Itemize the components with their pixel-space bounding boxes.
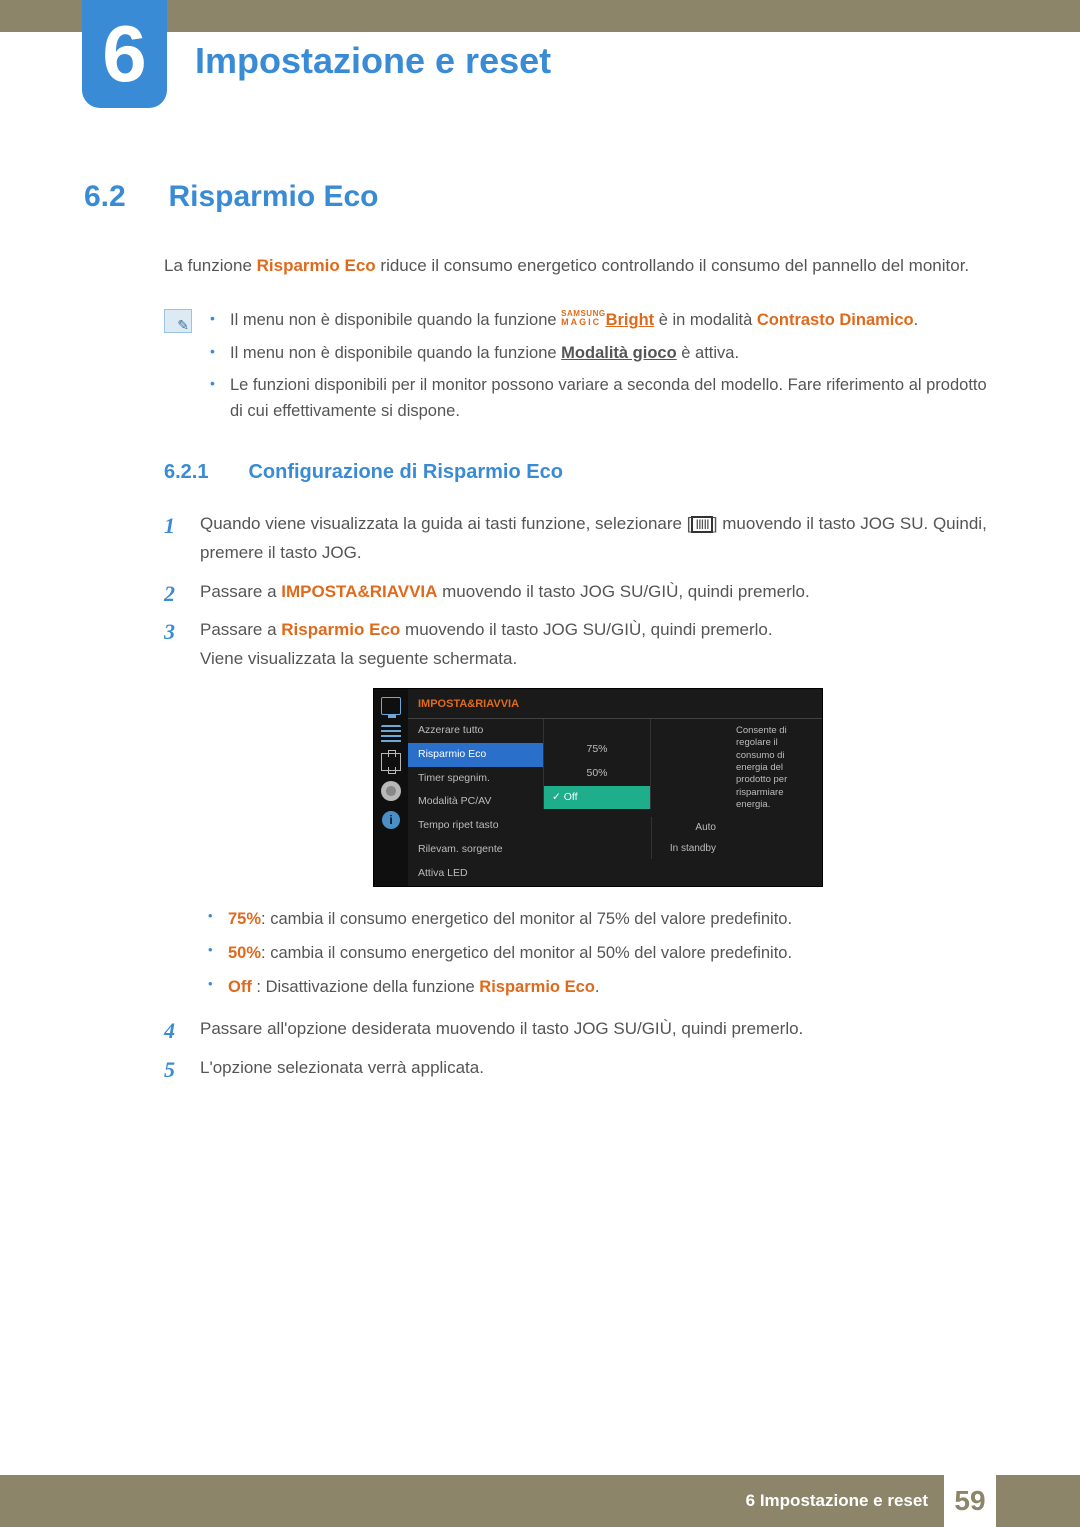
osd-option-selected: Off bbox=[543, 786, 651, 810]
note-icon bbox=[164, 309, 192, 333]
note-item: Il menu non è disponibile quando la funz… bbox=[210, 340, 996, 366]
osd-main: IMPOSTA&RIAVVIA Azzerare tutto Risparmio… bbox=[408, 689, 822, 886]
bullet-item: 75%: cambia il consumo energetico del mo… bbox=[200, 905, 996, 933]
subsection-number: 6.2.1 bbox=[164, 461, 244, 484]
subsection-heading: 6.2.1 Configurazione di Risparmio Eco bbox=[84, 461, 996, 484]
osd-title: IMPOSTA&RIAVVIA bbox=[408, 689, 822, 719]
osd-menu-list: Azzerare tutto Risparmio Eco Timer spegn… bbox=[408, 719, 543, 886]
osd-screenshot: i IMPOSTA&RIAVVIA Azzerare tutto Risparm… bbox=[373, 688, 823, 887]
monitor-icon bbox=[381, 697, 401, 715]
osd-sidebar-icons: i bbox=[374, 689, 408, 886]
info-icon: i bbox=[382, 811, 400, 829]
footer-bar: 6 Impostazione e reset 59 bbox=[0, 1475, 1080, 1527]
osd-option: 75% bbox=[543, 738, 651, 762]
osd-option: 50% bbox=[543, 762, 651, 786]
chapter-title: Impostazione e reset bbox=[195, 40, 551, 82]
chapter-badge: 6 bbox=[82, 0, 167, 108]
note-item: Le funzioni disponibili per il monitor p… bbox=[210, 372, 996, 425]
osd-row-selected: Risparmio Eco bbox=[408, 743, 543, 767]
step-1: 1 Quando viene visualizzata la guida ai … bbox=[164, 510, 996, 568]
osd-row: Modalità PC/AV bbox=[408, 790, 543, 814]
osd-options: 75% 50% Off bbox=[543, 719, 651, 886]
emphasis: Risparmio Eco bbox=[257, 256, 376, 275]
chapter-number: 6 bbox=[102, 14, 147, 94]
osd-values: Auto In standby bbox=[651, 719, 726, 886]
osd-row: Attiva LED bbox=[408, 862, 543, 886]
osd-value: Auto bbox=[651, 817, 726, 838]
footer-chapter-text: 6 Impostazione e reset bbox=[746, 1491, 928, 1511]
step-4: 4 Passare all'opzione desiderata muovend… bbox=[164, 1015, 996, 1044]
bullet-item: 50%: cambia il consumo energetico del mo… bbox=[200, 939, 996, 967]
option-bullets: 75%: cambia il consumo energetico del mo… bbox=[200, 905, 996, 1001]
note-list: Il menu non è disponibile quando la funz… bbox=[210, 307, 996, 431]
steps-list: 1 Quando viene visualizzata la guida ai … bbox=[164, 510, 996, 1083]
step-3: 3 Passare a Risparmio Eco muovendo il ta… bbox=[164, 616, 996, 1001]
bullet-item: Off : Disattivazione della funzione Risp… bbox=[200, 973, 996, 1001]
section-heading: 6.2 Risparmio Eco bbox=[84, 180, 996, 214]
step-2: 2 Passare a IMPOSTA&RIAVVIA muovendo il … bbox=[164, 578, 996, 607]
step-5: 5 L'opzione selezionata verrà applicata. bbox=[164, 1054, 996, 1083]
section-intro: La funzione Risparmio Eco riduce il cons… bbox=[164, 252, 996, 279]
osd-description: Consente di regolare il consumo di energ… bbox=[726, 719, 822, 886]
samsung-magic-logo: SAMSUNGMAGIC bbox=[561, 310, 605, 327]
subsection-title: Configurazione di Risparmio Eco bbox=[248, 461, 562, 483]
osd-value: In standby bbox=[651, 838, 726, 859]
menu-icon: ⅢⅡ bbox=[691, 516, 712, 533]
section-number: 6.2 bbox=[84, 180, 164, 214]
osd-row: Timer spegnim. bbox=[408, 767, 543, 791]
list-icon bbox=[381, 725, 401, 743]
note-item: Il menu non è disponibile quando la funz… bbox=[210, 307, 996, 333]
note-block: Il menu non è disponibile quando la funz… bbox=[164, 307, 996, 431]
resize-icon bbox=[381, 753, 401, 771]
page-content: 6.2 Risparmio Eco La funzione Risparmio … bbox=[84, 180, 996, 1093]
page-number: 59 bbox=[944, 1475, 996, 1527]
osd-row: Tempo ripet tasto bbox=[408, 814, 543, 838]
section-title: Risparmio Eco bbox=[168, 180, 378, 213]
gear-icon bbox=[381, 781, 401, 801]
osd-row: Azzerare tutto bbox=[408, 719, 543, 743]
osd-row: Rilevam. sorgente bbox=[408, 838, 543, 862]
